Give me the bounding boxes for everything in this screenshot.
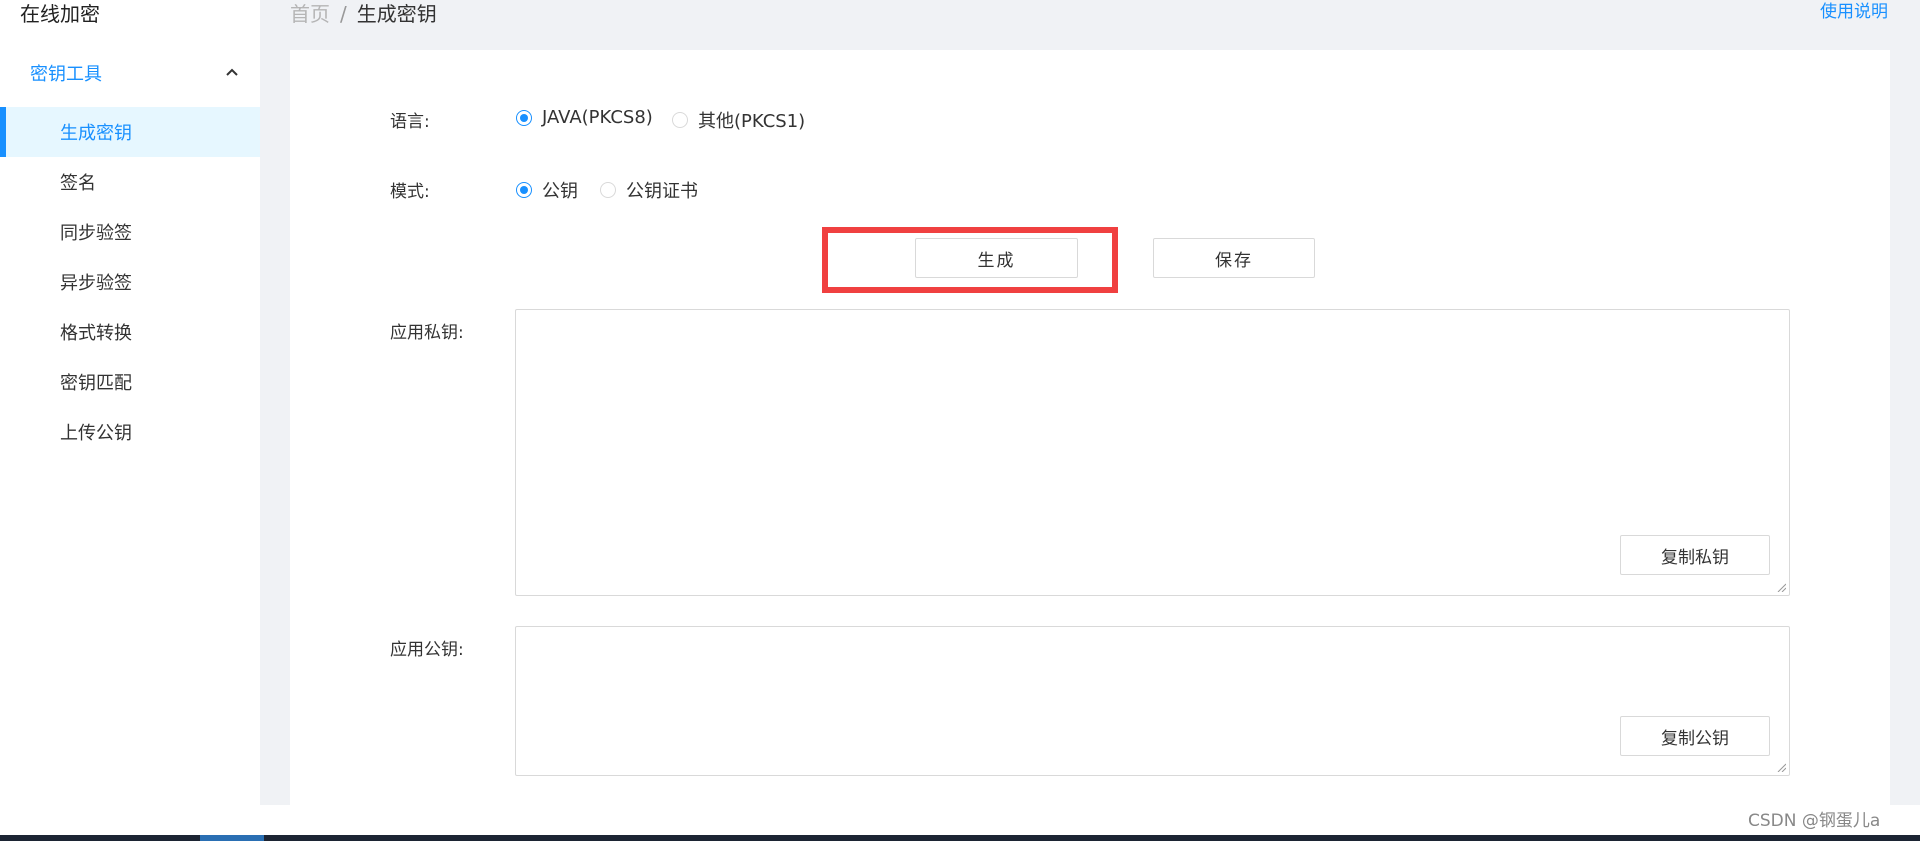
sidebar-item-upload-public-key[interactable]: 上传公钥 bbox=[0, 407, 260, 457]
highlight-annotation-box bbox=[822, 227, 1118, 293]
radio-checked-icon bbox=[516, 109, 532, 126]
language-label: 语言: bbox=[390, 112, 430, 132]
sidebar-item-label: 格式转换 bbox=[60, 323, 132, 344]
sidebar: 在线加密 密钥工具 生成密钥 签名 同步验签 异步验签 格式转换 密钥匹配 上传… bbox=[0, 0, 260, 805]
copy-public-key-button[interactable]: 复制公钥 bbox=[1620, 716, 1770, 756]
chevron-up-icon bbox=[226, 68, 238, 76]
public-key-label: 应用公钥: bbox=[390, 640, 464, 660]
breadcrumb-current: 生成密钥 bbox=[356, 2, 437, 26]
sidebar-item-label: 密钥匹配 bbox=[60, 373, 132, 394]
taskbar-accent bbox=[200, 835, 264, 841]
radio-checked-icon bbox=[516, 182, 532, 198]
taskbar-strip bbox=[0, 835, 1920, 841]
sidebar-item-async-verify[interactable]: 异步验签 bbox=[0, 257, 260, 307]
sidebar-item-label: 签名 bbox=[60, 173, 96, 194]
radio-public-key-cert[interactable]: 公钥证书 bbox=[600, 177, 698, 203]
sidebar-item-sync-verify[interactable]: 同步验签 bbox=[0, 207, 260, 257]
private-key-label: 应用私钥: bbox=[390, 323, 464, 343]
app-title: 在线加密 bbox=[20, 2, 100, 26]
sidebar-group-label: 密钥工具 bbox=[30, 64, 102, 85]
resize-grip-icon[interactable] bbox=[1776, 762, 1786, 772]
breadcrumb: 首页 / 生成密钥 bbox=[290, 0, 437, 27]
radio-unchecked-icon bbox=[672, 112, 688, 128]
copy-private-key-button[interactable]: 复制私钥 bbox=[1620, 535, 1770, 575]
resize-grip-icon[interactable] bbox=[1776, 582, 1786, 592]
radio-public-key[interactable]: 公钥 bbox=[516, 177, 578, 203]
public-key-textarea[interactable] bbox=[515, 626, 1790, 776]
radio-unchecked-icon bbox=[600, 182, 616, 198]
sidebar-item-label: 异步验签 bbox=[60, 273, 132, 294]
sidebar-item-generate-key[interactable]: 生成密钥 bbox=[0, 107, 260, 157]
save-button[interactable]: 保存 bbox=[1153, 238, 1315, 278]
private-key-textarea[interactable] bbox=[515, 309, 1790, 596]
radio-label: 公钥 bbox=[542, 181, 578, 202]
sidebar-group-key-tools[interactable]: 密钥工具 bbox=[0, 50, 260, 94]
radio-label: JAVA(PKCS8) bbox=[542, 107, 653, 128]
breadcrumb-separator: / bbox=[340, 2, 347, 26]
mode-label: 模式: bbox=[390, 182, 430, 202]
sidebar-item-sign[interactable]: 签名 bbox=[0, 157, 260, 207]
breadcrumb-home[interactable]: 首页 bbox=[290, 2, 330, 26]
sidebar-item-label: 上传公钥 bbox=[60, 423, 132, 444]
radio-java-pkcs8[interactable]: JAVA(PKCS8) bbox=[516, 107, 653, 128]
help-link[interactable]: 使用说明 bbox=[1820, 0, 1888, 22]
sidebar-item-label: 生成密钥 bbox=[60, 123, 132, 144]
sidebar-item-label: 同步验签 bbox=[60, 223, 132, 244]
watermark: CSDN @钢蛋儿a bbox=[1748, 811, 1881, 831]
sidebar-item-key-match[interactable]: 密钥匹配 bbox=[0, 357, 260, 407]
sidebar-menu: 生成密钥 签名 同步验签 异步验签 格式转换 密钥匹配 上传公钥 bbox=[0, 107, 260, 457]
radio-label: 其他(PKCS1) bbox=[698, 111, 806, 132]
page: 在线加密 密钥工具 生成密钥 签名 同步验签 异步验签 格式转换 密钥匹配 上传… bbox=[0, 0, 1920, 841]
radio-other-pkcs1[interactable]: 其他(PKCS1) bbox=[672, 107, 805, 133]
sidebar-item-format-convert[interactable]: 格式转换 bbox=[0, 307, 260, 357]
radio-label: 公钥证书 bbox=[626, 181, 698, 202]
